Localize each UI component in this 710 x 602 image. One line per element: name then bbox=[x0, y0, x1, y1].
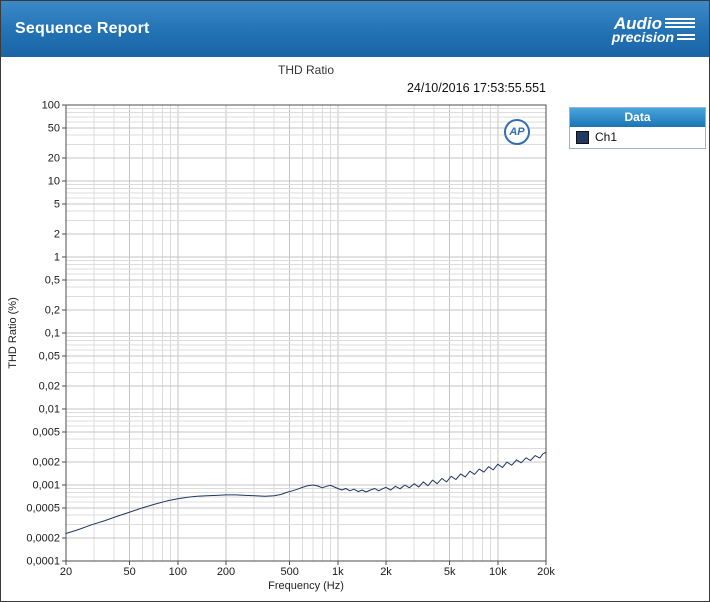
x-tick-label: 20 bbox=[60, 566, 72, 578]
y-tick-label: 2 bbox=[54, 229, 60, 241]
y-tick-label: 0,1 bbox=[45, 328, 60, 340]
y-tick-label: 0,2 bbox=[45, 305, 60, 317]
y-tick-label: 0,0005 bbox=[26, 502, 60, 514]
y-tick-label: 0,0002 bbox=[26, 533, 60, 545]
y-tick-label: 20 bbox=[48, 153, 60, 165]
x-tick-label: 100 bbox=[169, 566, 187, 578]
x-tick-label: 5k bbox=[444, 566, 456, 578]
logo-stripes-small-icon bbox=[677, 33, 695, 42]
legend-body: Ch1 bbox=[570, 127, 705, 148]
y-tick-label: 100 bbox=[42, 100, 60, 112]
y-tick-label: 10 bbox=[48, 176, 60, 188]
y-tick-label: 0,02 bbox=[39, 381, 60, 393]
y-tick-label: 0,002 bbox=[32, 457, 60, 469]
x-tick-label: 1k bbox=[332, 566, 344, 578]
y-tick-label: 0,001 bbox=[32, 480, 60, 492]
ch1-color-swatch bbox=[576, 130, 589, 144]
logo-stripes-icon bbox=[665, 17, 695, 29]
legend-panel: Data Ch1 bbox=[569, 107, 706, 149]
y-tick-label: 50 bbox=[48, 122, 60, 134]
y-tick-label: 0,05 bbox=[39, 350, 60, 362]
sequence-report-window: Sequence Report Audio precision THD Rati… bbox=[0, 0, 710, 602]
x-tick-label: 500 bbox=[280, 566, 298, 578]
report-header: Sequence Report Audio precision bbox=[1, 1, 709, 57]
legend-item-ch1[interactable]: Ch1 bbox=[576, 130, 699, 144]
x-tick-label: 50 bbox=[124, 566, 136, 578]
y-tick-label: 5 bbox=[54, 198, 60, 210]
y-tick-label: 1 bbox=[54, 252, 60, 264]
y-tick-label: 0,01 bbox=[39, 404, 60, 416]
x-tick-label: 200 bbox=[217, 566, 235, 578]
thd-ratio-chart: THD Ratio 24/10/2016 17:53:55.551 THD Ra… bbox=[1, 57, 709, 601]
logo-text-precision: precision bbox=[611, 28, 674, 45]
legend-item-label: Ch1 bbox=[595, 130, 618, 144]
page-title: Sequence Report bbox=[15, 20, 150, 37]
x-tick-label: 20k bbox=[537, 566, 555, 578]
thd-plot-canvas: 20 50 100 200 500 1k 2k 5k 10k 20k 100 50 20 10 5 2 1 0,5… bbox=[26, 100, 555, 579]
legend-header: Data bbox=[570, 108, 705, 127]
y-tick-label: 0,005 bbox=[32, 426, 60, 438]
x-tick-label: 10k bbox=[489, 566, 507, 578]
ap-circle-logo-icon: AP bbox=[504, 119, 530, 145]
x-tick-label: 2k bbox=[380, 566, 392, 578]
audio-precision-logo: Audio precision bbox=[612, 15, 695, 44]
y-tick-label: 0,5 bbox=[45, 274, 60, 286]
y-tick-label: 0,0001 bbox=[26, 556, 60, 568]
